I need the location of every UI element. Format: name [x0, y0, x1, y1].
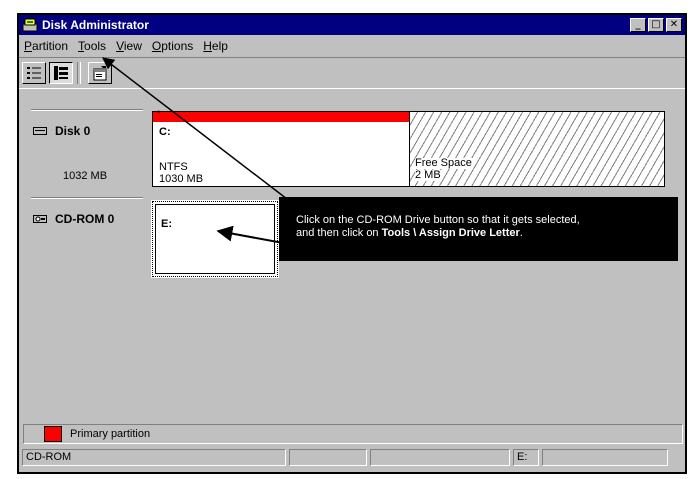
annotation-arrows	[102, 57, 306, 248]
arrow-to-tools-menu	[102, 57, 301, 210]
arrow-to-cdrom-partition	[216, 225, 306, 248]
